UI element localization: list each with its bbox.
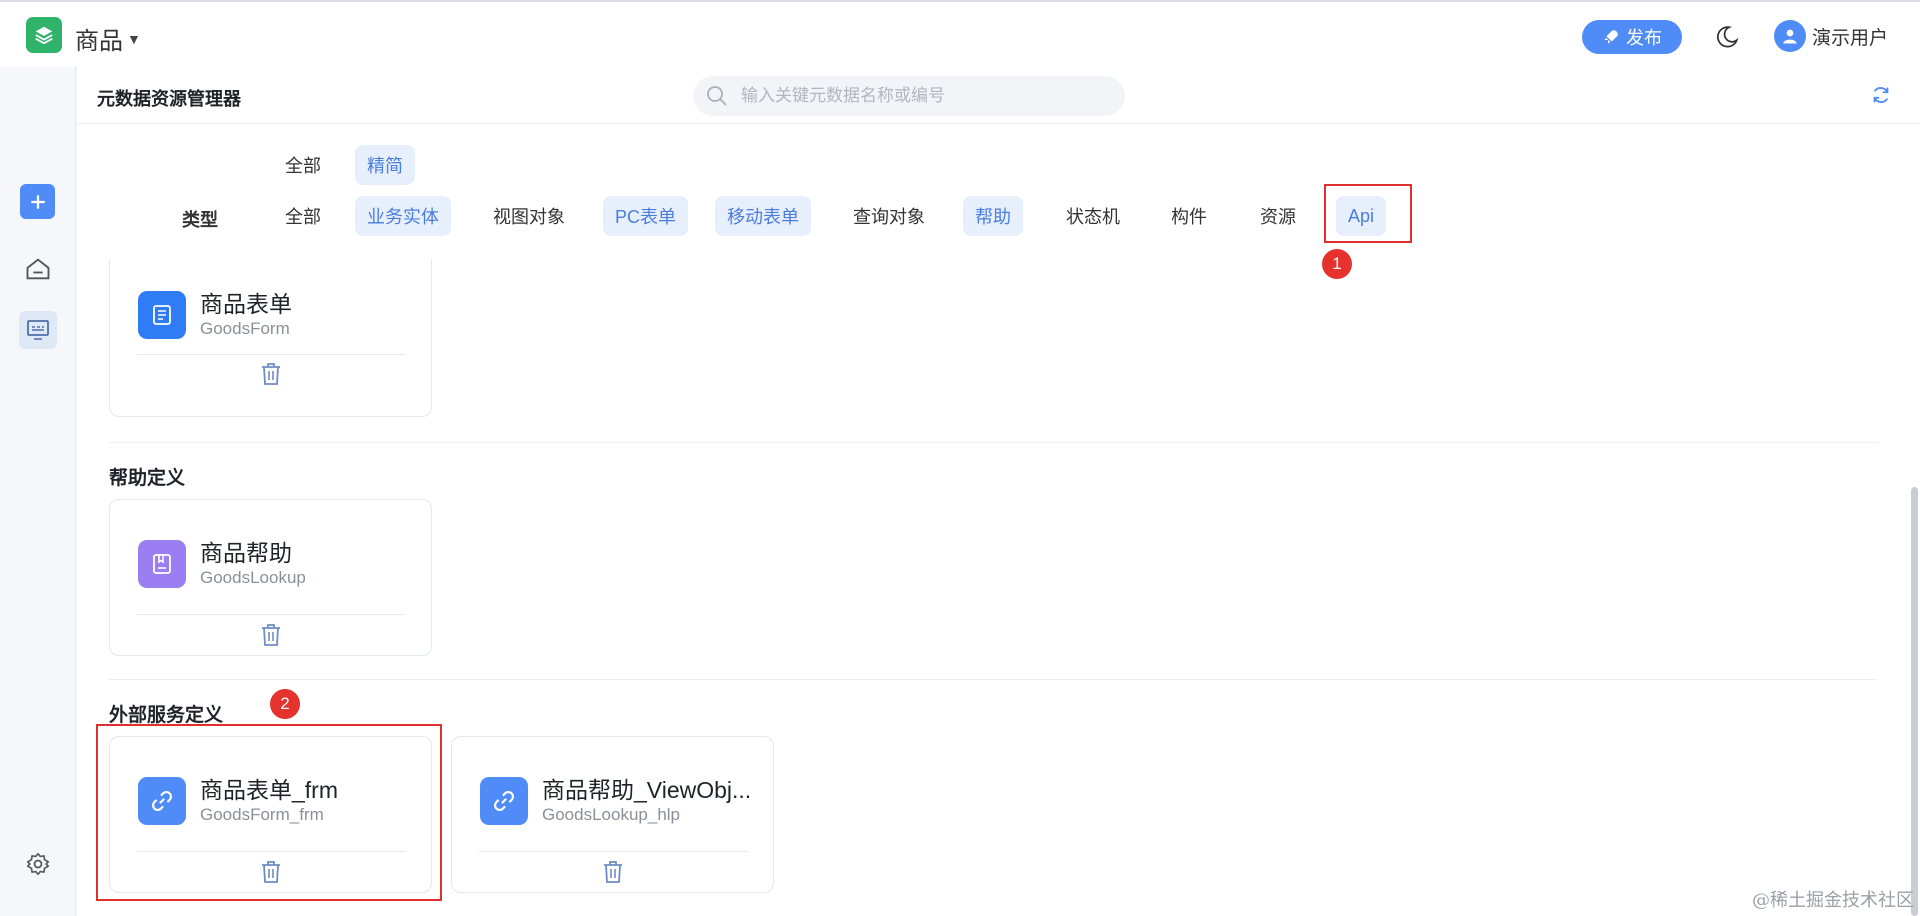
section-title-external-service: 外部服务定义 bbox=[109, 705, 224, 726]
delete-button[interactable] bbox=[258, 621, 284, 649]
chevron-down-icon: ▼ bbox=[127, 30, 141, 47]
type-filter-state-machine[interactable]: 状态机 bbox=[1054, 196, 1132, 236]
card-divider bbox=[137, 614, 405, 615]
type-filter-component[interactable]: 构件 bbox=[1159, 196, 1219, 236]
user-name: 演示用户 bbox=[1812, 27, 1889, 49]
delete-button[interactable] bbox=[258, 360, 284, 388]
metadata-card[interactable]: 商品表单 GoodsForm bbox=[109, 260, 432, 417]
trash-icon bbox=[262, 624, 280, 646]
annotation-badge-2: 2 bbox=[270, 689, 300, 719]
refresh-icon[interactable] bbox=[1870, 84, 1892, 106]
main-panel: 元数据资源管理器 全部 精简 类型 全部 业务实体 视图对象 PC表单 移动表单… bbox=[77, 67, 1920, 916]
annotation-box-external-service bbox=[96, 724, 442, 901]
trash-icon bbox=[262, 363, 280, 385]
lookup-icon bbox=[153, 554, 171, 574]
app-switcher[interactable]: 商品 ▼ bbox=[75, 21, 141, 56]
metadata-card[interactable]: 商品帮助 GoodsLookup bbox=[109, 499, 432, 656]
type-filter-resource[interactable]: 资源 bbox=[1248, 196, 1308, 236]
watermark: @稀土掘金技术社区 bbox=[1752, 890, 1914, 911]
trash-icon bbox=[604, 861, 622, 883]
mode-filter-simple[interactable]: 精简 bbox=[355, 145, 415, 185]
add-button[interactable] bbox=[20, 184, 55, 219]
sidebar bbox=[0, 67, 76, 916]
card-icon bbox=[138, 540, 186, 588]
type-filter-query-object[interactable]: 查询对象 bbox=[841, 196, 937, 236]
metadata-card[interactable]: 商品帮助_ViewObj... GoodsLookup_hlp bbox=[451, 736, 774, 893]
type-filter-view-object[interactable]: 视图对象 bbox=[481, 196, 577, 236]
publish-button[interactable]: 发布 bbox=[1582, 20, 1682, 54]
scrollbar[interactable] bbox=[1911, 487, 1918, 916]
top-bar: 商品 ▼ 发布 演示用户 bbox=[0, 0, 1920, 67]
monitor-nav-item[interactable] bbox=[19, 311, 57, 349]
card-name: 商品帮助 bbox=[200, 540, 292, 566]
gear-icon[interactable] bbox=[25, 851, 51, 877]
card-divider bbox=[479, 851, 747, 852]
rocket-icon bbox=[1604, 30, 1618, 44]
annotation-box-api bbox=[1324, 184, 1412, 243]
moon-icon[interactable] bbox=[1714, 24, 1740, 50]
form-icon bbox=[153, 305, 171, 325]
card-divider bbox=[137, 354, 405, 355]
card-code: GoodsLookup_hlp bbox=[542, 805, 681, 824]
card-icon bbox=[480, 777, 528, 825]
type-filter-help[interactable]: 帮助 bbox=[963, 196, 1023, 236]
type-filter-pc-form[interactable]: PC表单 bbox=[603, 196, 689, 236]
user-icon bbox=[1783, 29, 1797, 44]
card-name: 商品表单 bbox=[200, 291, 292, 317]
search-input[interactable] bbox=[741, 86, 1101, 106]
section-title-help: 帮助定义 bbox=[109, 468, 186, 489]
user-menu[interactable]: 演示用户 bbox=[1774, 20, 1888, 52]
delete-button[interactable] bbox=[600, 858, 626, 886]
search-icon bbox=[707, 86, 727, 106]
home-icon[interactable] bbox=[24, 255, 52, 283]
card-icon bbox=[138, 291, 186, 339]
search-box[interactable] bbox=[693, 76, 1125, 116]
card-code: GoodsForm bbox=[200, 319, 290, 338]
link-icon bbox=[494, 791, 514, 811]
type-filter-mobile-form[interactable]: 移动表单 bbox=[715, 196, 811, 236]
monitor-icon bbox=[27, 320, 49, 340]
type-filter-business-entity[interactable]: 业务实体 bbox=[355, 196, 451, 236]
main-header: 元数据资源管理器 bbox=[77, 67, 1920, 124]
section-divider bbox=[109, 442, 1877, 443]
card-name: 商品帮助_ViewObj... bbox=[542, 777, 752, 803]
annotation-badge-1: 1 bbox=[1322, 249, 1352, 279]
type-filter-all[interactable]: 全部 bbox=[273, 196, 333, 236]
section-divider bbox=[109, 679, 1877, 680]
plus-icon bbox=[30, 194, 45, 209]
avatar bbox=[1774, 20, 1806, 52]
page-title: 元数据资源管理器 bbox=[97, 89, 241, 109]
type-filter-label: 类型 bbox=[182, 210, 218, 230]
card-code: GoodsLookup bbox=[200, 568, 306, 587]
publish-label: 发布 bbox=[1626, 28, 1662, 48]
app-name: 商品 bbox=[75, 28, 123, 55]
app-logo-icon[interactable] bbox=[26, 17, 62, 53]
mode-filter-all[interactable]: 全部 bbox=[273, 145, 333, 185]
